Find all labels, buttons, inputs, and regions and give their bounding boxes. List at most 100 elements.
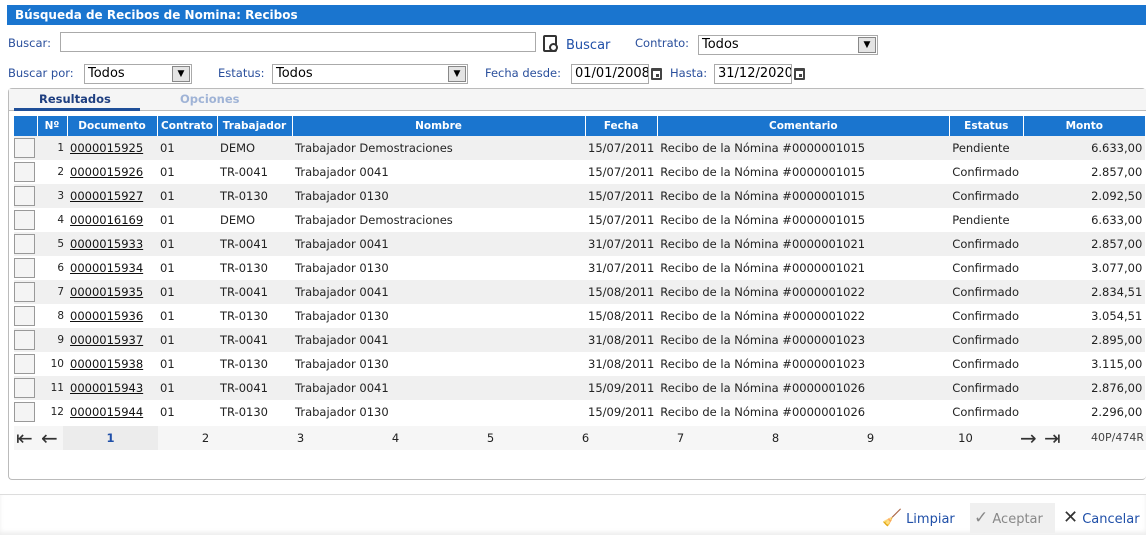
table-row[interactable]: 4 0000016169 01 DEMO Trabajador Demostracion… [14,208,1145,232]
table-row[interactable]: 12 0000015944 01 TR-0130 Trabajador 0130 15/0… [14,400,1145,424]
search-input[interactable] [60,32,536,52]
row-checkbox[interactable] [14,354,35,374]
column-header[interactable]: Monto [1023,116,1146,136]
cell-no: 4 [57,214,64,226]
buscar-por-label: Buscar por: [8,66,74,80]
table-header: Nº Documento Contrato Trabajador Nombre Fecha… [14,116,1146,136]
calendar-icon[interactable] [651,68,662,80]
tab-opciones[interactable]: Opciones [180,92,240,106]
document-link[interactable]: 0000015927 [70,189,143,203]
cell-contrato: 01 [160,165,175,179]
cell-monto: 3.054,51 [1091,309,1143,323]
document-link[interactable]: 0000015944 [70,405,143,419]
row-checkbox[interactable] [14,234,35,254]
page-9[interactable]: 9 [823,426,918,450]
table-row[interactable]: 2 0000015926 01 TR-0041 Trabajador 0041 15/07… [14,160,1145,184]
page-3[interactable]: 3 [253,426,348,450]
row-checkbox[interactable] [14,282,35,302]
cell-monto: 3.077,00 [1091,261,1143,275]
contrato-select[interactable]: Todos ▼ [698,35,878,55]
page-8[interactable]: 8 [728,426,823,450]
table-row[interactable]: 1 0000015925 01 DEMO Trabajador Demostracion… [14,136,1146,160]
row-select-cell [14,208,37,232]
document-link[interactable]: 0000015938 [70,357,143,371]
document-link[interactable]: 0000015934 [70,261,143,275]
page-2[interactable]: 2 [158,426,253,450]
aceptar-button[interactable]: ✓ Aceptar [970,503,1055,533]
hasta-input[interactable]: 31/12/2020 [714,64,792,84]
table-row[interactable]: 9 0000015937 01 TR-0041 Trabajador 0041 31/08… [14,328,1146,352]
table-row[interactable]: 3 0000015927 01 TR-0130 Trabajador 0130 15/07… [14,184,1146,208]
cell-estatus: Confirmado [952,357,1020,371]
cell-comentario: Recibo de la Nómina #0000001022 [660,309,866,323]
column-header[interactable]: Estatus [949,116,1024,136]
cell-nombre: Trabajador Demostraciones [292,136,585,160]
cell-contrato: 01 [160,309,175,323]
cell-comentario: Recibo de la Nómina #0000001022 [657,280,950,304]
cell-monto: 2.895,00 [1023,328,1146,352]
column-header[interactable]: Contrato [157,116,218,136]
row-checkbox[interactable] [14,162,35,182]
search-icon[interactable] [543,35,558,52]
page-10[interactable]: 10 [918,426,1013,450]
cell-nombre: Trabajador 0130 [292,184,585,208]
column-header[interactable]: Documento [67,116,158,136]
cell-no: 6 [57,262,64,274]
row-checkbox[interactable] [14,186,35,206]
cell-trabajador: TR-0130 [220,405,268,419]
column-header[interactable]: Fecha [585,116,658,136]
table-row[interactable]: 6 0000015934 01 TR-0130 Trabajador 0130 31/07… [14,256,1145,280]
calendar-icon[interactable] [794,68,805,80]
cell-comentario: Recibo de la Nómina #0000001021 [660,261,866,275]
buscar-por-select[interactable]: Todos ▼ [84,64,192,84]
document-link[interactable]: 0000015943 [70,381,143,395]
last-page-icon[interactable]: ⇥ [1044,426,1061,450]
cell-estatus: Confirmado [949,376,1024,400]
page-5[interactable]: 5 [443,426,538,450]
cell-fecha: 15/09/2011 [588,405,655,419]
row-checkbox[interactable] [14,210,35,230]
row-checkbox[interactable] [14,306,35,326]
footer-bar: 🧹 Limpiar ✓ Aceptar ✕ Cancelar [0,494,1146,535]
table-row[interactable]: 5 0000015933 01 TR-0041 Trabajador 0041 31/07… [14,232,1146,256]
chevron-down-icon: ▼ [172,66,190,82]
page-1[interactable]: 1 [63,426,158,450]
tab-resultados[interactable]: Resultados [39,92,111,106]
limpiar-button[interactable]: 🧹 Limpiar [882,503,955,533]
buscar-button[interactable]: Buscar [566,38,610,53]
row-checkbox[interactable] [14,330,35,350]
document-link[interactable]: 0000015933 [70,237,143,251]
buscar-label: Buscar: [8,36,51,50]
row-checkbox[interactable] [14,402,35,422]
document-link[interactable]: 0000015926 [70,165,143,179]
cancelar-button[interactable]: ✕ Cancelar [1063,503,1140,533]
column-header[interactable]: Nombre [292,116,586,136]
page-7[interactable]: 7 [633,426,728,450]
page-6[interactable]: 6 [538,426,633,450]
column-header[interactable]: Trabajador [217,116,293,136]
table-row[interactable]: 8 0000015936 01 TR-0130 Trabajador 0130 15/08… [14,304,1145,328]
column-header[interactable]: Comentario [657,116,950,136]
document-link[interactable]: 0000015925 [70,141,143,155]
prev-page-icon[interactable]: ← [41,426,58,450]
page-4[interactable]: 4 [348,426,443,450]
cell-documento: 0000016169 [67,208,157,232]
estatus-select[interactable]: Todos ▼ [272,64,468,84]
table-row[interactable]: 7 0000015935 01 TR-0041 Trabajador 0041 15/08… [14,280,1146,304]
fecha-desde-input[interactable]: 01/01/2008 [571,64,649,84]
table-row[interactable]: 10 0000015938 01 TR-0130 Trabajador 0130 31/0… [14,352,1145,376]
document-link[interactable]: 0000016169 [70,213,143,227]
column-header[interactable]: Nº [37,116,68,136]
document-link[interactable]: 0000015937 [70,333,143,347]
document-link[interactable]: 0000015936 [70,309,143,323]
row-checkbox[interactable] [14,258,35,278]
cell-fecha: 15/07/2011 [585,136,658,160]
cell-comentario: Recibo de la Nómina #0000001026 [657,376,950,400]
document-link[interactable]: 0000015935 [70,285,143,299]
row-checkbox[interactable] [14,138,35,158]
cell-no: 11 [37,376,67,400]
next-page-icon[interactable]: → [1020,426,1037,450]
first-page-icon[interactable]: ⇤ [16,426,33,450]
table-row[interactable]: 11 0000015943 01 TR-0041 Trabajador 0041 15/0… [14,376,1146,400]
row-checkbox[interactable] [14,378,35,398]
